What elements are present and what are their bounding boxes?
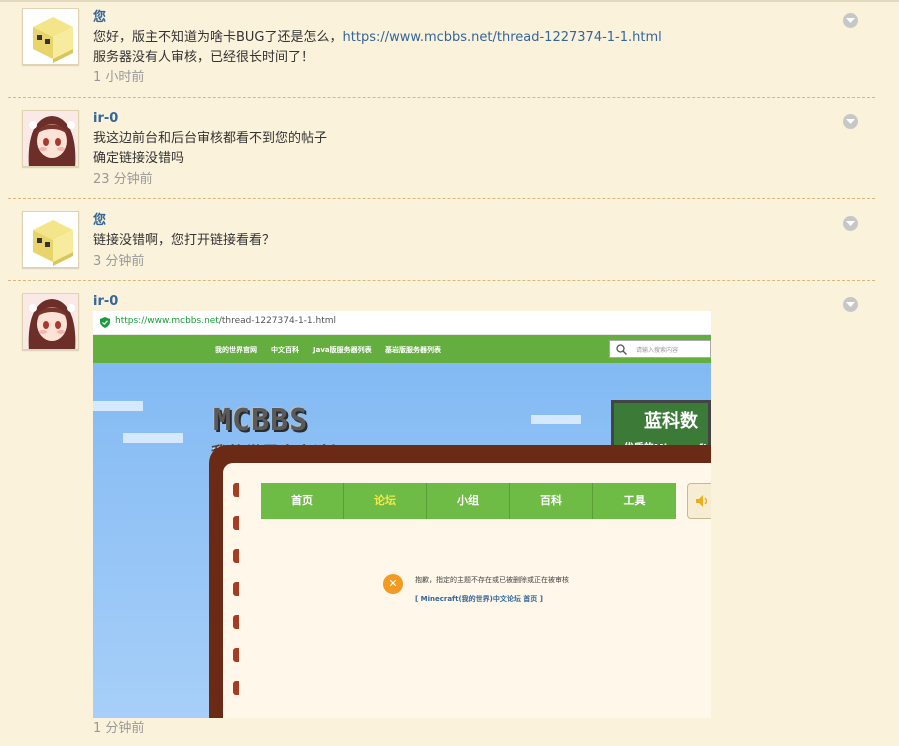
avatar[interactable] bbox=[22, 8, 79, 65]
avatar-anime-girl bbox=[23, 294, 78, 349]
tab-tools: 工具 bbox=[623, 494, 646, 507]
site-search-box: 请输入搜索内容 bbox=[609, 340, 711, 358]
sender-name[interactable]: 您 bbox=[93, 213, 106, 229]
chevron-down-icon bbox=[846, 302, 855, 307]
message-link[interactable]: https://www.mcbbs.net/thread-1227374-1-1… bbox=[343, 30, 662, 45]
avatar[interactable] bbox=[22, 293, 79, 350]
avatar-block-icon bbox=[23, 9, 78, 64]
top-border bbox=[0, 0, 899, 2]
message-line: 您好，版主不知道为啥卡BUG了还是怎么，https://www.mcbbs.ne… bbox=[93, 30, 662, 45]
message-time: 3 分钟前 bbox=[93, 254, 145, 269]
frame-bead bbox=[233, 615, 239, 629]
chevron-down-icon bbox=[846, 18, 855, 23]
message-line: 服务器没有人审核，已经很长时间了！ bbox=[93, 50, 315, 65]
cloud bbox=[531, 415, 581, 424]
nav-link: Java版服务器列表 bbox=[313, 346, 372, 354]
tab-wiki: 百科 bbox=[510, 483, 593, 519]
avatar[interactable] bbox=[22, 110, 79, 167]
message-time: 1 分钟前 bbox=[93, 721, 145, 736]
message-line: 链接没错啊，您打开链接看看？ bbox=[93, 233, 276, 248]
avatar-anime-girl bbox=[23, 111, 78, 166]
tab-group: 小组 bbox=[427, 483, 510, 519]
message-menu-button[interactable] bbox=[843, 13, 858, 28]
attached-screenshot[interactable]: https://www.mcbbs.net/thread-1227374-1-1… bbox=[93, 311, 711, 718]
error-icon: ✕ bbox=[383, 574, 403, 594]
site-logo: MCBBS bbox=[213, 403, 309, 438]
avatar[interactable] bbox=[22, 211, 79, 268]
site-main-tabs: 首页 论坛 小组 百科 工具 bbox=[261, 483, 676, 519]
chevron-down-icon bbox=[846, 119, 855, 124]
cloud bbox=[93, 401, 143, 411]
tab-forum: 论坛 bbox=[344, 483, 427, 519]
frame-bead bbox=[233, 648, 239, 662]
frame-bead bbox=[233, 582, 239, 596]
frame-bead bbox=[233, 549, 239, 563]
message-separator bbox=[8, 198, 875, 199]
sender-name[interactable]: ir-0 bbox=[93, 111, 118, 127]
message-menu-button[interactable] bbox=[843, 216, 858, 231]
message-separator bbox=[8, 280, 875, 281]
avatar-block-icon bbox=[23, 212, 78, 267]
error-message: 抱歉，指定的主题不存在或已被删除或正在被审核 bbox=[415, 576, 569, 584]
speaker-icon bbox=[696, 495, 708, 507]
sender-name[interactable]: 您 bbox=[93, 10, 106, 26]
message-line: 我这边前台和后台审核都看不到您的帖子 bbox=[93, 131, 328, 146]
shield-icon bbox=[100, 317, 110, 328]
nav-link: 基岩版服务器列表 bbox=[385, 346, 441, 354]
message-menu-button[interactable] bbox=[843, 297, 858, 312]
message-line: 确定链接没错吗 bbox=[93, 151, 185, 166]
tab-home: 首页 bbox=[261, 483, 344, 519]
cloud bbox=[123, 433, 183, 443]
sender-name[interactable]: ir-0 bbox=[93, 294, 118, 310]
browser-url-bar: https://www.mcbbs.net/thread-1227374-1-1… bbox=[93, 311, 711, 335]
frame-bead bbox=[233, 516, 239, 530]
message-separator bbox=[8, 97, 875, 98]
error-home-link: [ Minecraft(我的世界)中文论坛 首页 ] bbox=[415, 595, 543, 603]
browser-url: https://www.mcbbs.net/thread-1227374-1-1… bbox=[115, 316, 337, 326]
nav-link: 中文百科 bbox=[271, 346, 299, 354]
chevron-down-icon bbox=[846, 221, 855, 226]
message-time: 1 小时前 bbox=[93, 70, 145, 85]
site-top-nav: 我的世界官网 中文百科 Java版服务器列表 基岩版服务器列表 请输入搜索内容 bbox=[93, 335, 711, 363]
search-icon bbox=[616, 344, 627, 355]
frame-bead bbox=[233, 483, 239, 497]
nav-link: 我的世界官网 bbox=[215, 346, 257, 354]
speaker-button bbox=[687, 483, 711, 519]
frame-bead bbox=[233, 681, 239, 695]
message-time: 23 分钟前 bbox=[93, 172, 153, 187]
message-menu-button[interactable] bbox=[843, 114, 858, 129]
